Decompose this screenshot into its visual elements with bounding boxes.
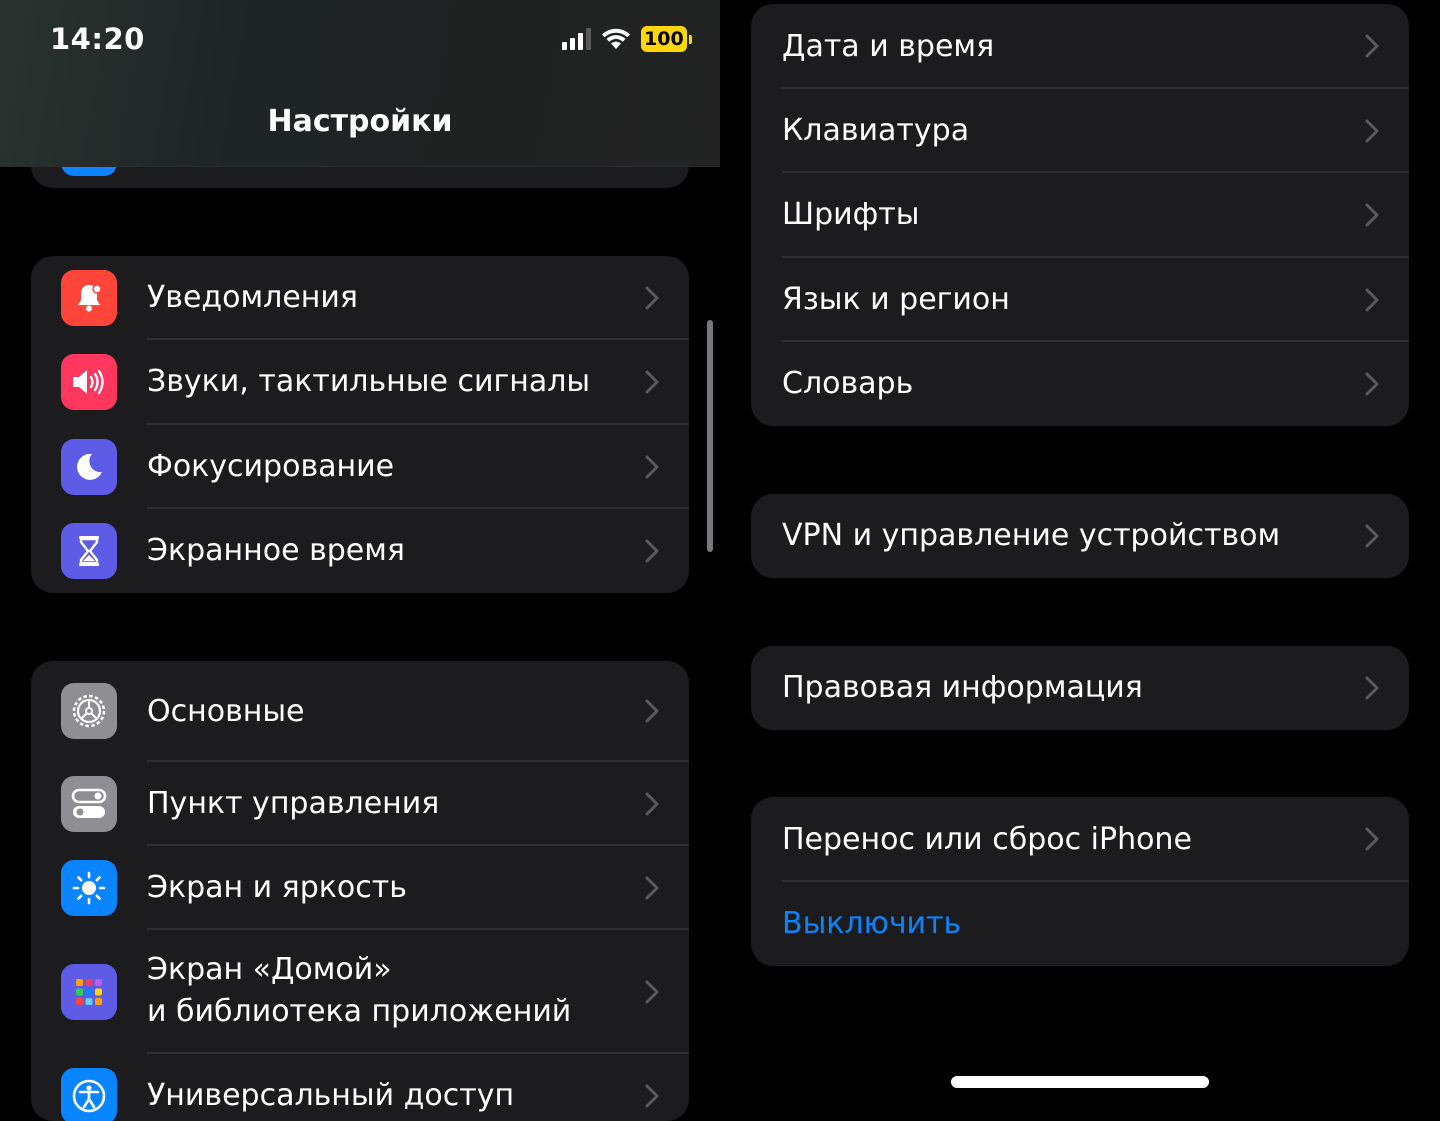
chevron-right-icon bbox=[645, 699, 659, 723]
settings-row-label: Правовая информация bbox=[782, 670, 1143, 705]
chevron-right-icon bbox=[645, 792, 659, 816]
speaker-icon bbox=[61, 354, 117, 410]
sun-icon bbox=[61, 860, 117, 916]
settings-row-label-line1: Экран «Домой» bbox=[147, 952, 392, 987]
settings-row-label-line2: и библиотека приложений bbox=[147, 994, 572, 1029]
chevron-right-icon bbox=[1365, 288, 1379, 312]
status-icons: 100 bbox=[562, 26, 692, 52]
chevron-right-icon bbox=[1365, 119, 1379, 143]
chevron-right-icon bbox=[1365, 34, 1379, 58]
settings-group-general: Основные Пункт управления Экран и яркост… bbox=[31, 661, 689, 1121]
settings-row-notifications[interactable]: Уведомления bbox=[31, 256, 689, 340]
settings-pane-left: 14:20 100 Настройки Уведомления Звуки, т… bbox=[0, 0, 720, 1121]
chevron-right-icon bbox=[1365, 676, 1379, 700]
chevron-right-icon bbox=[645, 455, 659, 479]
settings-row-label: Пункт управления bbox=[147, 786, 440, 821]
settings-row-label: Уведомления bbox=[147, 280, 358, 315]
settings-row-home-screen[interactable]: Экран «Домой» и библиотека приложений bbox=[31, 930, 689, 1054]
settings-row-focus[interactable]: Фокусирование bbox=[31, 425, 689, 509]
settings-row-dictionary[interactable]: Словарь bbox=[751, 342, 1409, 426]
settings-row-legal-info[interactable]: Правовая информация bbox=[751, 646, 1409, 730]
battery-level: 100 bbox=[641, 26, 687, 52]
settings-row-screen-time[interactable]: Экранное время bbox=[31, 509, 689, 593]
settings-row-label: Звуки, тактильные сигналы bbox=[147, 364, 591, 399]
chevron-right-icon bbox=[1365, 524, 1379, 548]
hourglass-icon bbox=[61, 523, 117, 579]
chevron-right-icon bbox=[645, 1084, 659, 1108]
settings-row-label: VPN и управление устройством bbox=[782, 518, 1281, 553]
toggles-icon bbox=[61, 776, 117, 832]
settings-row-date-time[interactable]: Дата и время bbox=[751, 4, 1409, 89]
settings-row-language-region[interactable]: Язык и регион bbox=[751, 258, 1409, 342]
settings-row-general[interactable]: Основные bbox=[31, 661, 689, 762]
settings-row-transfer-reset[interactable]: Перенос или сброс iPhone bbox=[751, 797, 1409, 882]
settings-row-sounds[interactable]: Звуки, тактильные сигналы bbox=[31, 340, 689, 425]
chevron-right-icon bbox=[645, 876, 659, 900]
gear-icon bbox=[61, 683, 117, 739]
bell-icon bbox=[61, 270, 117, 326]
shutdown-label: Выключить bbox=[782, 906, 962, 941]
settings-group-legal: Правовая информация bbox=[751, 646, 1409, 730]
settings-group-reset: Перенос или сброс iPhone Выключить bbox=[751, 797, 1409, 966]
settings-row-keyboard[interactable]: Клавиатура bbox=[751, 89, 1409, 173]
settings-row-label: Словарь bbox=[782, 366, 914, 401]
settings-row-fonts[interactable]: Шрифты bbox=[751, 173, 1409, 258]
settings-row-label: Экранное время bbox=[147, 533, 405, 568]
settings-row-label: Экран и яркость bbox=[147, 870, 407, 905]
cellular-signal-icon bbox=[562, 28, 591, 50]
settings-row-label: Язык и регион bbox=[782, 282, 1010, 317]
chevron-right-icon bbox=[1365, 827, 1379, 851]
settings-row-label: Шрифты bbox=[782, 197, 920, 232]
settings-row-vpn-device-management[interactable]: VPN и управление устройством bbox=[751, 494, 1409, 578]
chevron-right-icon bbox=[645, 286, 659, 310]
battery-icon: 100 bbox=[641, 26, 692, 52]
settings-group-notifications: Уведомления Звуки, тактильные сигналы Фо… bbox=[31, 256, 689, 593]
status-and-nav-header: 14:20 100 Настройки bbox=[0, 0, 720, 167]
chevron-right-icon bbox=[645, 539, 659, 563]
accessibility-icon bbox=[61, 1068, 117, 1121]
chevron-right-icon bbox=[1365, 372, 1379, 396]
settings-row-display[interactable]: Экран и яркость bbox=[31, 846, 689, 930]
home-indicator[interactable] bbox=[951, 1076, 1209, 1088]
scroll-indicator[interactable] bbox=[707, 320, 713, 552]
chevron-right-icon bbox=[1365, 203, 1379, 227]
settings-group-vpn: VPN и управление устройством bbox=[751, 494, 1409, 578]
wifi-icon bbox=[602, 28, 630, 49]
page-title: Настройки bbox=[267, 104, 453, 139]
chevron-right-icon bbox=[645, 370, 659, 394]
settings-group-general-sub: Дата и время Клавиатура Шрифты Язык и ре… bbox=[751, 4, 1409, 426]
status-time: 14:20 bbox=[50, 22, 145, 56]
settings-row-accessibility[interactable]: Универсальный доступ bbox=[31, 1054, 689, 1121]
settings-row-label: Клавиатура bbox=[782, 113, 970, 148]
settings-row-label: Перенос или сброс iPhone bbox=[782, 822, 1192, 857]
shutdown-button[interactable]: Выключить bbox=[751, 882, 1409, 966]
settings-row-control-center[interactable]: Пункт управления bbox=[31, 762, 689, 846]
settings-row-label: Универсальный доступ bbox=[147, 1078, 515, 1113]
app-grid-icon bbox=[61, 964, 117, 1020]
chevron-right-icon bbox=[645, 980, 659, 1004]
settings-row-label: Дата и время bbox=[782, 29, 995, 64]
settings-pane-right: Дата и время Клавиатура Шрифты Язык и ре… bbox=[720, 0, 1440, 1100]
settings-row-label: Фокусирование bbox=[147, 449, 395, 484]
settings-row-label: Основные bbox=[147, 694, 305, 729]
moon-icon bbox=[61, 439, 117, 495]
